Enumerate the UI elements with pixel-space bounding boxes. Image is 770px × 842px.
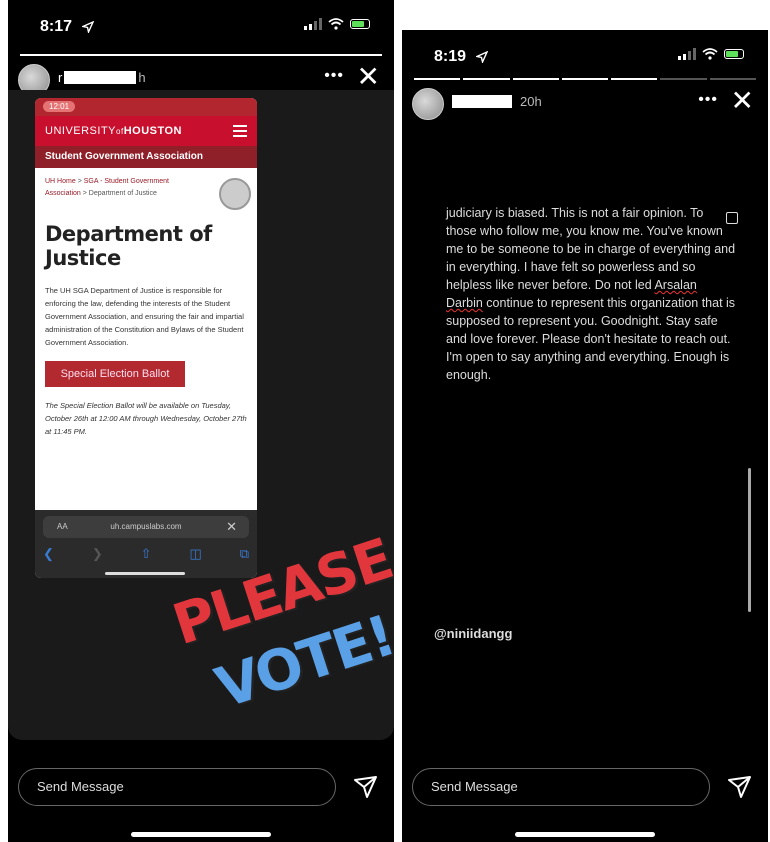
copy-icon	[726, 212, 738, 224]
story-text-part2: continue to represent this organization …	[446, 296, 736, 382]
home-indicator	[515, 832, 655, 837]
breadcrumb-home: UH Home	[45, 178, 76, 185]
search-circle-icon	[219, 178, 251, 210]
scrollbar[interactable]	[748, 468, 751, 612]
breadcrumb-separator: >	[82, 190, 87, 197]
story-panel-left: 8:17 rh ••• ✕ 12:01 UNIVERSITYofHOUSTON …	[8, 0, 394, 842]
bookmarks-icon: ◫	[189, 546, 202, 561]
back-icon: ❮	[43, 546, 54, 561]
phone-home-indicator	[105, 572, 185, 575]
name-last: Darbin	[446, 296, 483, 310]
posted-ago: 20h	[520, 94, 542, 109]
story-progress	[20, 54, 382, 56]
phone-status-bar: 12:01	[35, 98, 257, 116]
url-text: uh.campuslabs.com	[110, 522, 182, 531]
reply-bar: Send Message	[18, 768, 384, 808]
special-election-ballot-button: Special Election Ballot	[45, 361, 185, 387]
tabs-icon: ⧉	[239, 546, 249, 561]
story-header: 20h ••• ✕	[412, 85, 758, 122]
home-indicator	[131, 832, 271, 837]
status-time: 8:17	[40, 18, 73, 35]
signal-icon	[678, 48, 696, 60]
phone-time: 12:01	[43, 101, 76, 112]
browser-toolbar: AA uh.campuslabs.com ✕ ❮ ❯ ⇧ ◫ ⧉	[35, 510, 257, 578]
story-text: judiciary is biased. This is not a fair …	[446, 204, 736, 384]
more-options-button[interactable]: •••	[324, 67, 344, 85]
page-description: The UH SGA Department of Justice is resp…	[45, 286, 244, 347]
signal-icon	[304, 18, 322, 30]
sga-title: Student Government Association	[35, 146, 257, 168]
battery-icon	[350, 19, 370, 29]
breadcrumb-separator: >	[77, 178, 82, 185]
redacted-username	[452, 95, 512, 108]
reply-bar: Send Message	[412, 768, 758, 808]
close-button[interactable]: ✕	[731, 84, 754, 117]
send-icon[interactable]	[724, 772, 754, 802]
location-arrow-icon	[80, 20, 95, 38]
breadcrumb: UH Home > SGA - Student Government Assoc…	[35, 168, 215, 200]
send-message-input[interactable]: Send Message	[412, 768, 710, 806]
status-bar: 8:19	[402, 44, 768, 68]
story-content: 12:01 UNIVERSITYofHOUSTON Student Govern…	[8, 90, 394, 740]
status-bar: 8:17	[8, 14, 394, 38]
send-icon[interactable]	[350, 772, 380, 802]
uh-logo-left: UNIVERSITY	[45, 125, 117, 137]
send-message-input[interactable]: Send Message	[18, 768, 336, 806]
status-time: 8:19	[434, 48, 467, 65]
story-panel-right: 8:19 20h ••• ✕ judiciary is biased. This…	[402, 30, 768, 842]
username[interactable]: 20h	[452, 94, 542, 109]
uh-logo-of: of	[116, 127, 124, 136]
name-first: Arsalan	[654, 278, 697, 292]
close-button[interactable]: ✕	[357, 60, 380, 93]
wifi-icon	[328, 18, 344, 30]
mention-tag[interactable]: @niniidangg	[434, 626, 512, 641]
username[interactable]: rh	[58, 70, 146, 85]
more-options-button[interactable]: •••	[698, 91, 718, 109]
uh-logo-right: HOUSTON	[123, 125, 182, 137]
url-bar: AA uh.campuslabs.com ✕	[43, 516, 249, 538]
page-title: Department of Justice	[45, 222, 212, 270]
shared-screenshot: 12:01 UNIVERSITYofHOUSTON Student Govern…	[35, 98, 257, 578]
battery-icon	[724, 49, 744, 59]
wifi-icon	[702, 48, 718, 60]
posted-ago: h	[138, 70, 146, 85]
ballot-note: The Special Election Ballot will be avai…	[45, 401, 247, 436]
breadcrumb-current: Department of Justice	[88, 190, 157, 197]
forward-icon: ❯	[91, 546, 103, 561]
avatar[interactable]	[412, 88, 444, 120]
location-arrow-icon	[474, 50, 489, 68]
browser-nav: ❮ ❯ ⇧ ◫ ⧉	[43, 546, 249, 562]
hamburger-icon	[233, 125, 247, 137]
clear-url-icon: ✕	[226, 519, 237, 534]
uh-header: UNIVERSITYofHOUSTON	[35, 116, 257, 146]
redacted-username	[64, 71, 137, 84]
story-progress	[414, 78, 756, 80]
share-icon: ⇧	[140, 546, 152, 561]
